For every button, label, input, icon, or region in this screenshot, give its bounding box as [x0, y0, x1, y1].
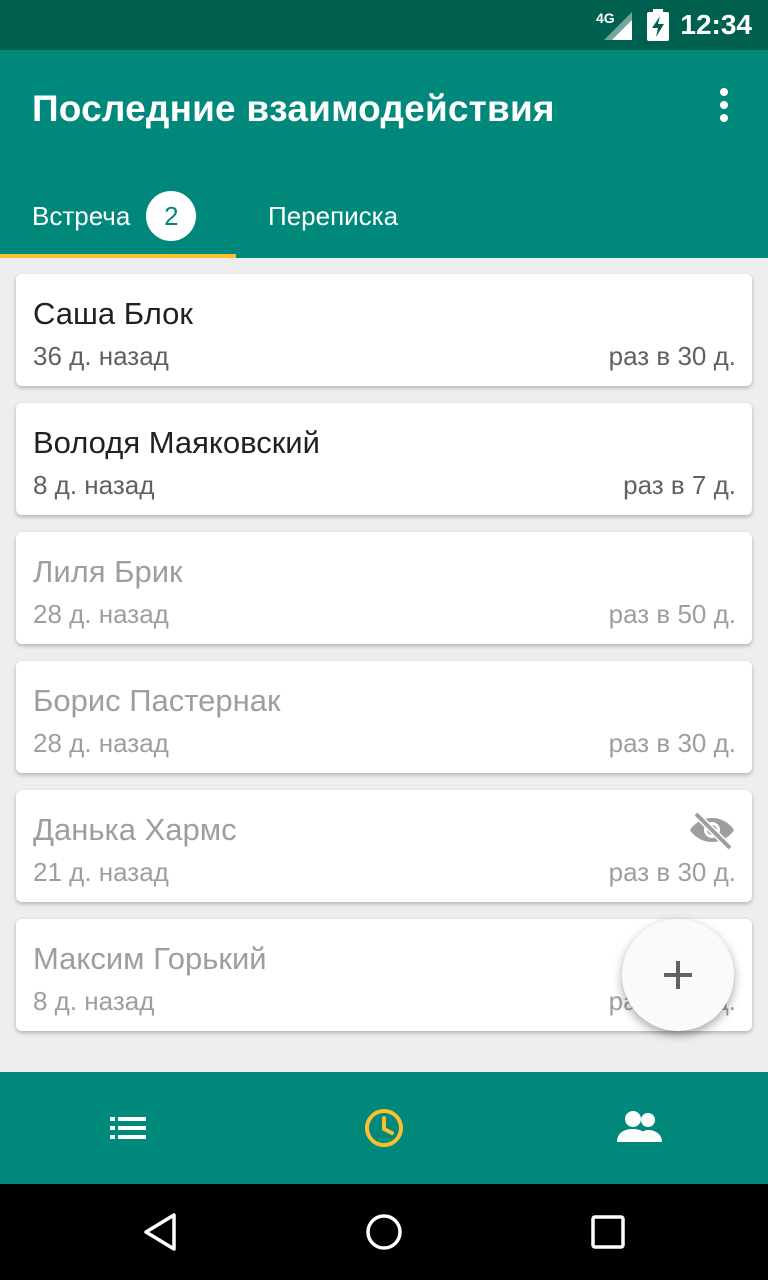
more-vert-icon [720, 88, 728, 96]
tab-meetings[interactable]: Встреча 2 [0, 174, 236, 258]
tab-indicator [0, 254, 236, 258]
contact-frequency: раз в 50 д. [608, 599, 736, 629]
contact-frequency: раз в 30 д. [608, 857, 736, 887]
last-contact: 28 д. назад [33, 728, 169, 758]
last-contact: 21 д. назад [33, 857, 169, 887]
tab-correspondence[interactable]: Переписка [236, 174, 456, 258]
overflow-menu-button[interactable] [712, 88, 736, 128]
battery-charging-icon [647, 9, 669, 41]
recent-apps-icon[interactable] [590, 1212, 626, 1252]
last-contact: 8 д. назад [33, 470, 155, 500]
contact-name: Максим Горький [33, 941, 267, 976]
app-bar: Последние взаимодействия Встреча 2 Переп… [0, 50, 768, 258]
nav-people[interactable] [512, 1072, 768, 1184]
back-icon[interactable] [142, 1212, 178, 1252]
contact-frequency: раз в 30 д. [608, 728, 736, 758]
status-bar: 4G 12:34 [0, 0, 768, 50]
contact-name: Лиля Брик [33, 554, 183, 589]
contact-card[interactable]: Данька Хармс 21 д. назад раз в 30 д. [16, 790, 752, 902]
contact-name: Данька Хармс [33, 812, 237, 847]
contact-card[interactable]: Борис Пастернак 28 д. назад раз в 30 д. [16, 661, 752, 773]
add-contact-button[interactable] [622, 919, 734, 1031]
clock: 12:34 [680, 9, 752, 40]
signal-icon [604, 12, 632, 40]
home-icon[interactable] [364, 1212, 404, 1252]
add-icon [664, 961, 692, 989]
system-navigation [0, 1184, 768, 1280]
contact-frequency: раз в 7 д. [623, 470, 736, 500]
last-contact: 36 д. назад [33, 341, 169, 371]
contact-card[interactable]: Лиля Брик 28 д. назад раз в 50 д. [16, 532, 752, 644]
tab-badge: 2 [146, 191, 197, 241]
clock-icon [365, 1109, 403, 1147]
contact-card[interactable]: Володя Маяковский 8 д. назад раз в 7 д. [16, 403, 752, 515]
contact-card[interactable]: Саша Блок 36 д. назад раз в 30 д. [16, 274, 752, 386]
bottom-navigation [0, 1072, 768, 1184]
contact-name: Володя Маяковский [33, 425, 320, 460]
contact-name: Борис Пастернак [33, 683, 281, 718]
people-icon [617, 1111, 662, 1142]
tab-label: Переписка [268, 200, 399, 231]
nav-list[interactable] [0, 1072, 256, 1184]
visibility-off-icon [690, 811, 734, 850]
last-contact: 8 д. назад [33, 986, 155, 1016]
contact-frequency: раз в 30 д. [608, 341, 736, 371]
nav-recent[interactable] [256, 1072, 512, 1184]
list-icon [110, 1117, 146, 1139]
contact-name: Саша Блок [33, 296, 193, 331]
page-title: Последние взаимодействия [32, 88, 555, 129]
tab-label: Встреча [32, 200, 131, 231]
last-contact: 28 д. назад [33, 599, 169, 629]
